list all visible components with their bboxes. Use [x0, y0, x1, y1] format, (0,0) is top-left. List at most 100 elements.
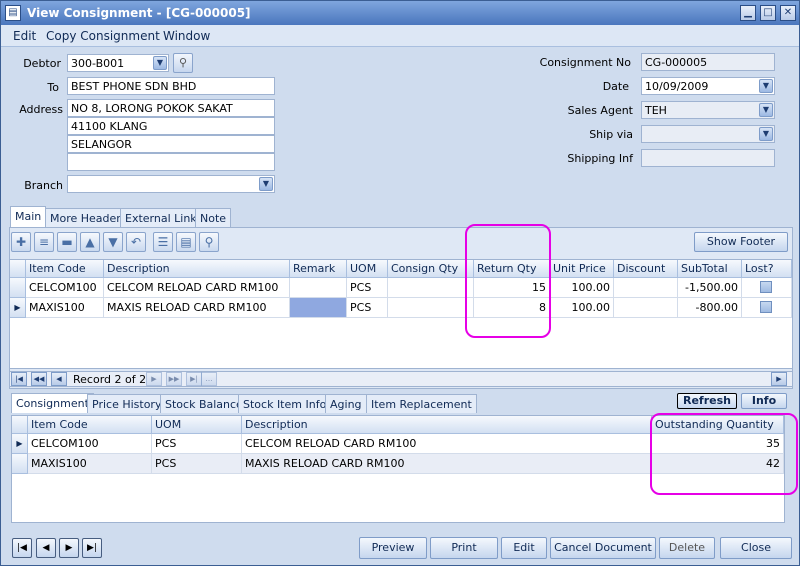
minimize-icon[interactable]: ▁ [740, 5, 756, 21]
to-field[interactable]: BEST PHONE SDN BHD [67, 77, 275, 95]
table-cell[interactable]: CELCOM RELOAD CARD RM100 [104, 278, 290, 298]
table-cell[interactable] [742, 298, 792, 318]
chevron-down-icon[interactable]: ▼ [259, 177, 273, 191]
tab-price-history[interactable]: Price History [87, 394, 167, 413]
col-item-code[interactable]: Item Code [26, 260, 104, 278]
table-cell[interactable] [614, 278, 678, 298]
menu-edit[interactable]: Edit [13, 29, 36, 43]
tab-more-header[interactable]: More Header [45, 208, 126, 227]
ship-via-field[interactable] [641, 125, 775, 143]
remove-icon[interactable]: ▬ [57, 232, 77, 252]
print-button[interactable]: Print [430, 537, 498, 559]
close-icon[interactable]: ✕ [780, 5, 796, 21]
menu-copy-consignment[interactable]: Copy Consignment [46, 29, 160, 43]
address-line-1[interactable]: NO 8, LORONG POKOK SAKAT [67, 99, 275, 117]
list-icon[interactable]: ☰ [153, 232, 173, 252]
table-cell-selected[interactable] [290, 298, 347, 318]
chevron-down-icon[interactable]: ▼ [759, 103, 773, 117]
table-cell[interactable] [742, 278, 792, 298]
table-cell[interactable]: PCS [152, 454, 242, 474]
table-row[interactable]: CELCOM100 [26, 278, 104, 298]
table-cell[interactable]: -1,500.00 [678, 278, 742, 298]
move-up-icon[interactable]: ▲ [80, 232, 100, 252]
shipping-inf-field[interactable] [641, 149, 775, 167]
prev-record-icon[interactable]: ◀ [51, 372, 67, 386]
branch-field[interactable] [67, 175, 275, 193]
table-cell[interactable]: -800.00 [678, 298, 742, 318]
search-icon[interactable]: ⚲ [173, 53, 193, 73]
tab-stock-balance[interactable]: Stock Balance [160, 394, 248, 413]
table-row[interactable]: MAXIS100 [28, 454, 152, 474]
maximize-icon[interactable]: □ [760, 5, 776, 21]
table-cell[interactable]: 100.00 [550, 278, 614, 298]
menu-window[interactable]: Window [163, 29, 210, 43]
detail-icon[interactable]: ▤ [176, 232, 196, 252]
delete-button[interactable]: Delete [659, 537, 715, 559]
row-indicator[interactable]: ▶ [10, 298, 26, 318]
table-cell[interactable]: 100.00 [550, 298, 614, 318]
table-cell[interactable]: MAXIS RELOAD CARD RM100 [104, 298, 290, 318]
prev-page-icon[interactable]: ◀◀ [31, 372, 47, 386]
tab-stock-item-info[interactable]: Stock Item Info [238, 394, 332, 413]
insert-row-icon[interactable]: ≡ [34, 232, 54, 252]
col-remark[interactable]: Remark [290, 260, 347, 278]
chevron-down-icon[interactable]: ▼ [759, 127, 773, 141]
row-indicator[interactable] [10, 278, 26, 298]
ellipsis-icon[interactable]: … [201, 372, 217, 386]
cancel-document-button[interactable]: Cancel Document [550, 537, 656, 559]
next-record-icon[interactable]: ▶ [146, 372, 162, 386]
edit-button[interactable]: Edit [501, 537, 547, 559]
table-row[interactable]: CELCOM100 [28, 434, 152, 454]
table-cell[interactable]: CELCOM RELOAD CARD RM100 [242, 434, 652, 454]
lost-checkbox[interactable] [760, 301, 772, 313]
search-icon[interactable]: ⚲ [199, 232, 219, 252]
next-record-icon[interactable]: ▶ [771, 372, 787, 386]
table-cell[interactable] [388, 278, 474, 298]
lost-checkbox[interactable] [760, 281, 772, 293]
row-indicator[interactable] [12, 454, 28, 474]
chevron-down-icon[interactable]: ▼ [153, 56, 167, 70]
tab-note[interactable]: Note [195, 208, 232, 227]
info-button[interactable]: Info [741, 393, 787, 409]
table-cell[interactable]: MAXIS RELOAD CARD RM100 [242, 454, 652, 474]
date-field[interactable]: 10/09/2009 [641, 77, 775, 95]
col-uom[interactable]: UOM [152, 416, 242, 434]
refresh-button[interactable]: Refresh [677, 393, 737, 409]
tab-main[interactable]: Main [10, 206, 47, 227]
table-cell[interactable] [290, 278, 347, 298]
close-button[interactable]: Close [720, 537, 792, 559]
row-indicator[interactable]: ▶ [12, 434, 28, 454]
consignment-no-field[interactable]: CG-000005 [641, 53, 775, 71]
show-footer-button[interactable]: Show Footer [694, 232, 788, 252]
address-line-4[interactable] [67, 153, 275, 171]
tab-item-replacement[interactable]: Item Replacement [366, 394, 477, 413]
first-record-icon[interactable]: |◀ [11, 372, 27, 386]
undo-icon[interactable]: ↶ [126, 232, 146, 252]
add-icon[interactable]: ✚ [11, 232, 31, 252]
col-description[interactable]: Description [104, 260, 290, 278]
col-description[interactable]: Description [242, 416, 652, 434]
table-cell[interactable]: PCS [152, 434, 242, 454]
col-item-code[interactable]: Item Code [28, 416, 152, 434]
tab-aging[interactable]: Aging [325, 394, 367, 413]
last-record-icon[interactable]: ▶| [186, 372, 202, 386]
col-lost[interactable]: Lost? [742, 260, 792, 278]
move-down-icon[interactable]: ▼ [103, 232, 123, 252]
table-row[interactable]: MAXIS100 [26, 298, 104, 318]
sales-agent-field[interactable]: TEH [641, 101, 775, 119]
table-cell[interactable] [614, 298, 678, 318]
address-line-3[interactable]: SELANGOR [67, 135, 275, 153]
address-line-2[interactable]: 41100 KLANG [67, 117, 275, 135]
table-cell[interactable]: PCS [347, 278, 388, 298]
next-page-icon[interactable]: ▶▶ [166, 372, 182, 386]
last-record-icon[interactable]: ▶| [82, 538, 102, 558]
col-discount[interactable]: Discount [614, 260, 678, 278]
next-record-icon[interactable]: ▶ [59, 538, 79, 558]
col-subtotal[interactable]: SubTotal [678, 260, 742, 278]
chevron-down-icon[interactable]: ▼ [759, 79, 773, 93]
tab-external-link[interactable]: External Link [120, 208, 202, 227]
table-cell[interactable] [388, 298, 474, 318]
prev-record-icon[interactable]: ◀ [36, 538, 56, 558]
first-record-icon[interactable]: |◀ [12, 538, 32, 558]
col-consign-qty[interactable]: Consign Qty [388, 260, 474, 278]
